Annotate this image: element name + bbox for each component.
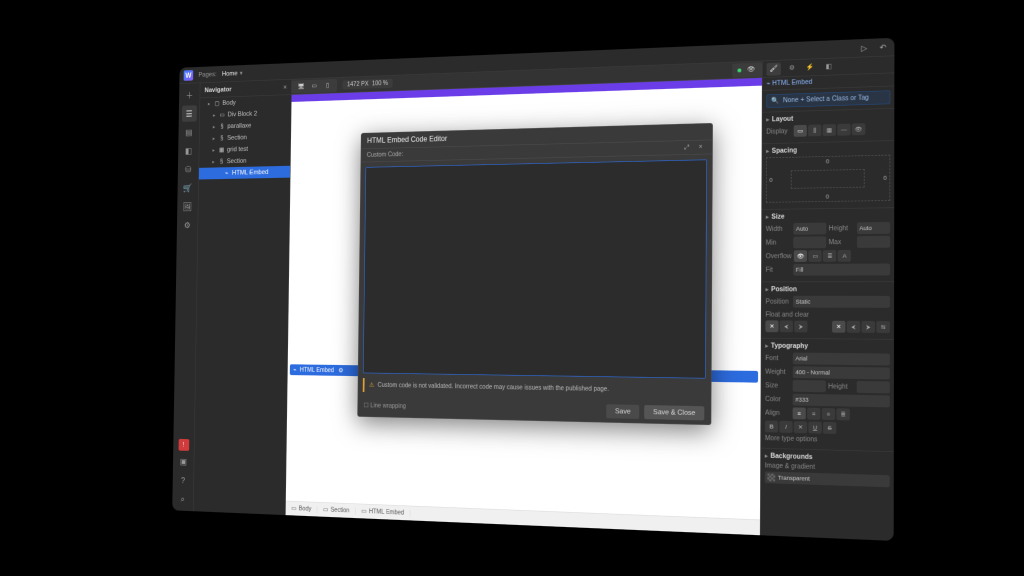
pages-label: Pages: bbox=[198, 71, 216, 79]
italic-button[interactable]: I bbox=[779, 421, 792, 433]
float-none-button[interactable]: ✕ bbox=[765, 320, 778, 332]
strike-button[interactable]: S bbox=[823, 422, 836, 434]
interactions-tab-icon[interactable]: ⚡ bbox=[803, 61, 818, 74]
code-editor[interactable] bbox=[363, 159, 707, 378]
breadcrumb-item[interactable]: ▭Section bbox=[317, 506, 355, 514]
tablet-icon[interactable]: ▭ bbox=[309, 81, 319, 92]
overflow-hidden-button[interactable]: ▭ bbox=[809, 250, 822, 262]
align-left-button[interactable]: ≡ bbox=[793, 407, 806, 419]
selection-label: HTML Embed bbox=[300, 367, 334, 374]
navigator-panel: Navigator × ▸▢Body▸▭Div Block 2▸§paralla… bbox=[193, 80, 291, 516]
spacing-section-header[interactable]: Spacing bbox=[766, 145, 890, 155]
background-color-input[interactable]: Transparent bbox=[765, 471, 890, 487]
overflow-scroll-button[interactable]: ≣ bbox=[823, 250, 836, 262]
navigator-close-icon[interactable]: × bbox=[283, 84, 287, 91]
add-icon[interactable]: ＋ bbox=[182, 87, 197, 104]
modal-close-icon[interactable]: × bbox=[696, 142, 706, 152]
ecommerce-icon[interactable]: 🛒 bbox=[180, 180, 195, 197]
help-icon[interactable]: ? bbox=[176, 472, 191, 489]
save-button[interactable]: Save bbox=[606, 404, 639, 419]
width-input[interactable]: Auto bbox=[793, 223, 826, 235]
float-label: Float and clear bbox=[765, 311, 808, 318]
size-section-header[interactable]: Size bbox=[766, 212, 890, 221]
align-justify-button[interactable]: ≣ bbox=[836, 408, 849, 420]
selection-settings-icon[interactable]: ⚙ bbox=[338, 367, 343, 374]
page-selector[interactable]: Home bbox=[222, 69, 243, 77]
preview-icon[interactable]: ▷ bbox=[858, 42, 870, 54]
element-tab-icon[interactable]: ◧ bbox=[821, 60, 836, 74]
assets-icon[interactable]: 🖼 bbox=[180, 198, 195, 215]
underline-button[interactable]: U bbox=[808, 422, 821, 434]
backgrounds-section-header[interactable]: Backgrounds bbox=[765, 452, 890, 463]
clear-both-button[interactable]: ⮀ bbox=[876, 321, 890, 333]
display-none-button[interactable]: 👁 bbox=[852, 123, 865, 135]
more-type-label[interactable]: More type options bbox=[765, 435, 817, 444]
display-block-button[interactable]: ▭ bbox=[794, 125, 807, 137]
font-size-input[interactable] bbox=[793, 380, 826, 392]
color-input[interactable]: #333 bbox=[793, 394, 890, 408]
position-section-header[interactable]: Position bbox=[766, 286, 890, 293]
spacing-editor[interactable]: 0 0 0 0 bbox=[766, 155, 890, 203]
position-select[interactable]: Static bbox=[793, 296, 890, 308]
components-icon[interactable]: ◧ bbox=[181, 142, 196, 159]
line-height-input[interactable] bbox=[856, 381, 890, 393]
min-w-input[interactable] bbox=[793, 236, 826, 248]
fit-select[interactable]: Fill bbox=[793, 264, 890, 276]
max-w-input[interactable] bbox=[857, 236, 890, 248]
breadcrumb-item[interactable]: ▭Body bbox=[286, 505, 318, 513]
display-inline-button[interactable]: — bbox=[837, 124, 850, 136]
breadcrumb-item[interactable]: ▭HTML Embed bbox=[356, 508, 411, 517]
canvas-width: 1472 PX bbox=[347, 81, 369, 88]
image-gradient-label: Image & gradient bbox=[765, 462, 815, 471]
mobile-icon[interactable]: ▯ bbox=[322, 80, 332, 91]
display-flex-button[interactable]: ⫼ bbox=[808, 124, 821, 136]
font-select[interactable]: Arial bbox=[793, 353, 890, 366]
desktop-icon[interactable]: 🖥 bbox=[296, 81, 306, 92]
canvas-zoom: 100 % bbox=[372, 80, 388, 87]
overflow-auto-button[interactable]: A bbox=[838, 250, 851, 262]
settings-icon[interactable]: ⚙ bbox=[180, 217, 195, 233]
line-wrapping-toggle[interactable]: ☐ Line wrapping bbox=[364, 402, 406, 410]
typography-section-header[interactable]: Typography bbox=[765, 342, 890, 350]
navigator-icon[interactable]: ☰ bbox=[182, 105, 197, 122]
float-right-button[interactable]: ⮞ bbox=[794, 321, 807, 333]
navigator-tree: ▸▢Body▸▭Div Block 2▸§parallaxe▸§Section▸… bbox=[199, 95, 291, 180]
display-grid-button[interactable]: ▦ bbox=[823, 124, 836, 136]
height-input[interactable]: Auto bbox=[857, 222, 890, 234]
search-icon[interactable]: ⌕ bbox=[175, 490, 190, 507]
preview-eye-icon[interactable]: 👁 bbox=[745, 64, 757, 76]
tree-row[interactable]: ⌁HTML Embed bbox=[199, 166, 290, 180]
align-right-button[interactable]: ≡ bbox=[822, 408, 835, 420]
settings-tab-icon[interactable]: ⚙ bbox=[785, 61, 799, 74]
clear-none-button[interactable]: ✕ bbox=[832, 321, 845, 333]
navigator-title: Navigator bbox=[204, 86, 231, 94]
style-tab-icon[interactable]: 🖌 bbox=[767, 62, 781, 75]
align-center-button[interactable]: ≡ bbox=[807, 408, 820, 420]
audit-icon[interactable]: ! bbox=[178, 439, 189, 451]
bold-button[interactable]: B bbox=[765, 421, 778, 433]
modal-subtitle: Custom Code: bbox=[367, 151, 403, 159]
status-dot-icon bbox=[737, 68, 741, 72]
deco-none-button[interactable]: ✕ bbox=[794, 421, 807, 433]
app-logo[interactable]: W bbox=[184, 70, 194, 81]
layout-section-header[interactable]: Layout bbox=[766, 113, 890, 124]
video-icon[interactable]: ▣ bbox=[176, 453, 191, 470]
modal-expand-icon[interactable]: ⤢ bbox=[682, 142, 692, 152]
clear-right-button[interactable]: ⮞ bbox=[861, 321, 875, 333]
display-label: Display bbox=[766, 128, 791, 136]
pages-icon[interactable]: ▤ bbox=[181, 124, 196, 141]
overflow-visible-button[interactable]: 👁 bbox=[794, 250, 807, 262]
modal-warning: ⚠ Custom code is not validated. Incorrec… bbox=[363, 378, 706, 398]
weight-select[interactable]: 400 - Normal bbox=[793, 366, 890, 379]
undo-icon[interactable]: ↶ bbox=[877, 41, 889, 53]
clear-left-button[interactable]: ⮜ bbox=[847, 321, 860, 333]
float-left-button[interactable]: ⮜ bbox=[780, 320, 793, 332]
style-panel: 🖌 ⚙ ⚡ ◧ ⌁ HTML Embed 🔍None + Select a Cl… bbox=[760, 56, 895, 541]
class-selector[interactable]: 🔍None + Select a Class or Tag bbox=[766, 90, 890, 108]
warning-icon: ⚠ bbox=[369, 382, 374, 389]
cms-icon[interactable]: ⛁ bbox=[181, 161, 196, 178]
save-close-button[interactable]: Save & Close bbox=[644, 405, 704, 420]
html-embed-modal: HTML Embed Code Editor Custom Code: ⤢ × … bbox=[357, 123, 713, 425]
